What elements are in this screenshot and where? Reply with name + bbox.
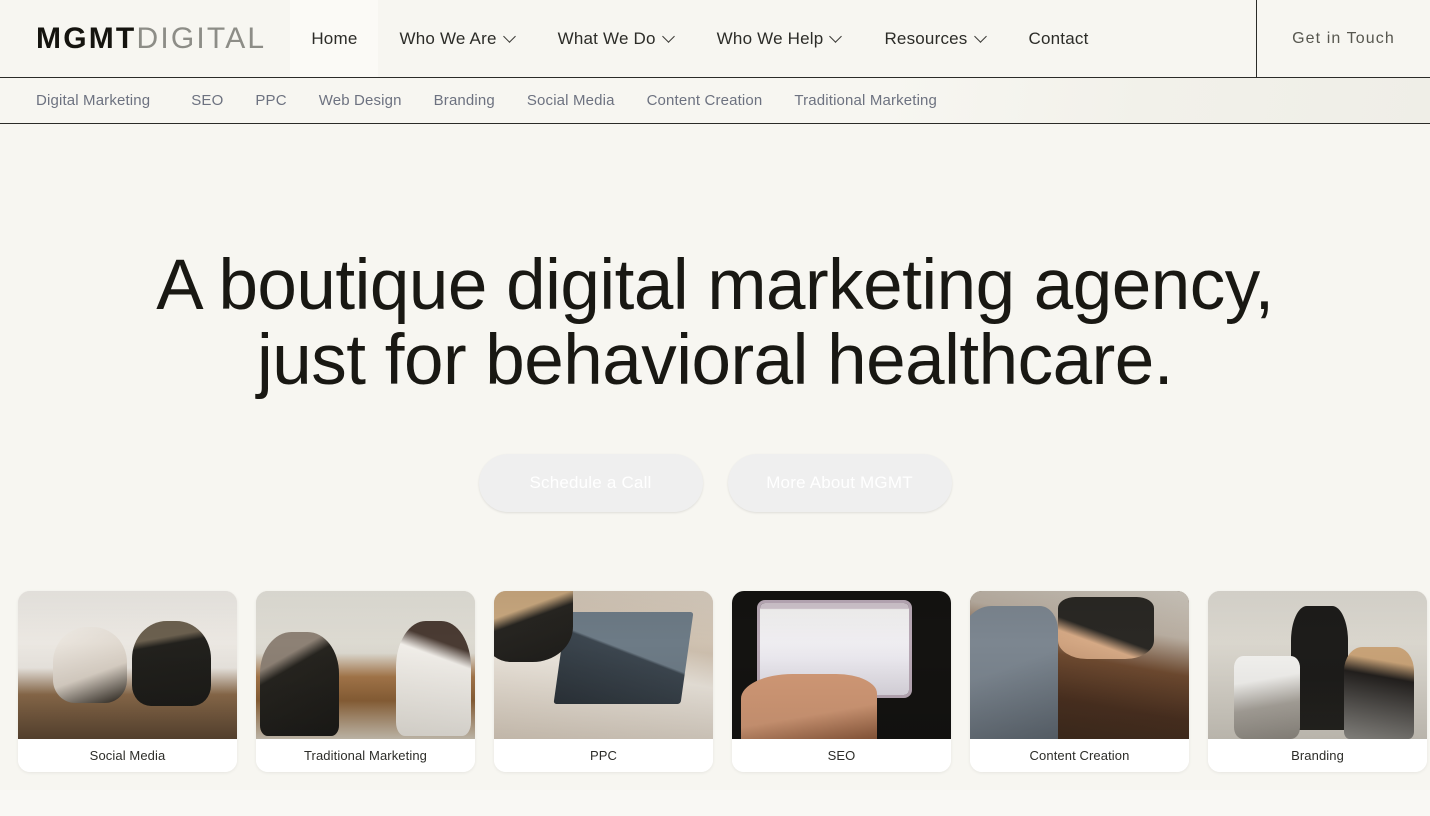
subnav-item-seo[interactable]: SEO (175, 92, 239, 109)
more-about-mgmt-button[interactable]: More About MGMT (727, 454, 952, 513)
page-root: MGMT DIGITAL Home Who We Are What We Do W… (0, 0, 1430, 816)
chevron-down-icon (976, 31, 987, 42)
image-overlay (256, 591, 475, 739)
image-overlay (1208, 591, 1427, 739)
card-label-branding: Branding (1208, 739, 1427, 772)
primary-navigation: Home Who We Are What We Do Who We Help R… (290, 0, 1256, 77)
card-label-seo: SEO (732, 739, 951, 772)
hero-cta-group: Schedule a Call More About MGMT (478, 454, 952, 513)
nav-item-who-we-help[interactable]: Who We Help (696, 0, 864, 77)
subnav-item-ppc[interactable]: PPC (239, 92, 302, 109)
nav-item-who-we-are[interactable]: Who We Are (378, 0, 536, 77)
headline-line-2: just for behavioral healthcare. (257, 320, 1173, 400)
card-image-traditional-marketing (256, 591, 475, 739)
service-card-strip: Social Media Traditional Marketing PPC S… (18, 591, 1427, 772)
nav-item-resources[interactable]: Resources (863, 0, 1007, 77)
nav-item-what-we-do[interactable]: What We Do (537, 0, 696, 77)
service-card-branding[interactable]: Branding (1208, 591, 1427, 772)
service-card-social-media[interactable]: Social Media (18, 591, 237, 772)
site-header: MGMT DIGITAL Home Who We Are What We Do W… (0, 0, 1430, 78)
page-bottom-band (0, 790, 1430, 816)
get-in-touch-label: Get in Touch (1292, 29, 1395, 47)
get-in-touch-button[interactable]: Get in Touch (1256, 0, 1430, 77)
service-card-seo[interactable]: SEO (732, 591, 951, 772)
service-card-traditional-marketing[interactable]: Traditional Marketing (256, 591, 475, 772)
nav-item-resources-label: Resources (884, 28, 968, 48)
nav-item-home[interactable]: Home (290, 0, 379, 77)
schedule-a-call-button[interactable]: Schedule a Call (478, 454, 703, 513)
card-image-content-creation (970, 591, 1189, 739)
image-overlay (970, 591, 1189, 739)
service-card-content-creation[interactable]: Content Creation (970, 591, 1189, 772)
service-card-ppc[interactable]: PPC (494, 591, 713, 772)
card-label-social-media: Social Media (18, 739, 237, 772)
logo[interactable]: MGMT DIGITAL (0, 0, 290, 77)
nav-item-contact-label: Contact (1028, 28, 1089, 48)
image-overlay (494, 591, 713, 739)
nav-item-who-we-are-label: Who We Are (399, 28, 497, 48)
subnav-item-content-creation[interactable]: Content Creation (631, 92, 779, 109)
card-label-ppc: PPC (494, 739, 713, 772)
image-overlay (18, 591, 237, 739)
page-title: A boutique digital marketing agency, jus… (156, 246, 1274, 400)
secondary-navigation: Digital Marketing SEO PPC Web Design Bra… (0, 78, 1430, 124)
nav-item-home-label: Home (311, 28, 358, 48)
subnav-item-social-media[interactable]: Social Media (511, 92, 631, 109)
chevron-down-icon (664, 31, 675, 42)
card-image-branding (1208, 591, 1427, 739)
card-label-content-creation: Content Creation (970, 739, 1189, 772)
logo-primary-text: MGMT (36, 21, 137, 55)
nav-item-what-we-do-label: What We Do (557, 28, 656, 48)
nav-item-contact[interactable]: Contact (1008, 0, 1110, 77)
card-image-ppc (494, 591, 713, 739)
image-overlay (732, 591, 951, 739)
chevron-down-icon (831, 31, 842, 42)
subnav-item-branding[interactable]: Branding (418, 92, 511, 109)
chevron-down-icon (505, 31, 516, 42)
card-image-seo (732, 591, 951, 739)
hero-section: A boutique digital marketing agency, jus… (0, 124, 1430, 584)
subnav-item-web-design[interactable]: Web Design (303, 92, 418, 109)
subnav-item-traditional-marketing[interactable]: Traditional Marketing (778, 92, 953, 109)
nav-item-who-we-help-label: Who We Help (716, 28, 824, 48)
card-label-traditional-marketing: Traditional Marketing (256, 739, 475, 772)
card-image-social-media (18, 591, 237, 739)
subnav-item-digital-marketing[interactable]: Digital Marketing (36, 92, 175, 109)
headline-line-1: A boutique digital marketing agency, (156, 246, 1274, 325)
logo-secondary-text: DIGITAL (136, 21, 267, 55)
